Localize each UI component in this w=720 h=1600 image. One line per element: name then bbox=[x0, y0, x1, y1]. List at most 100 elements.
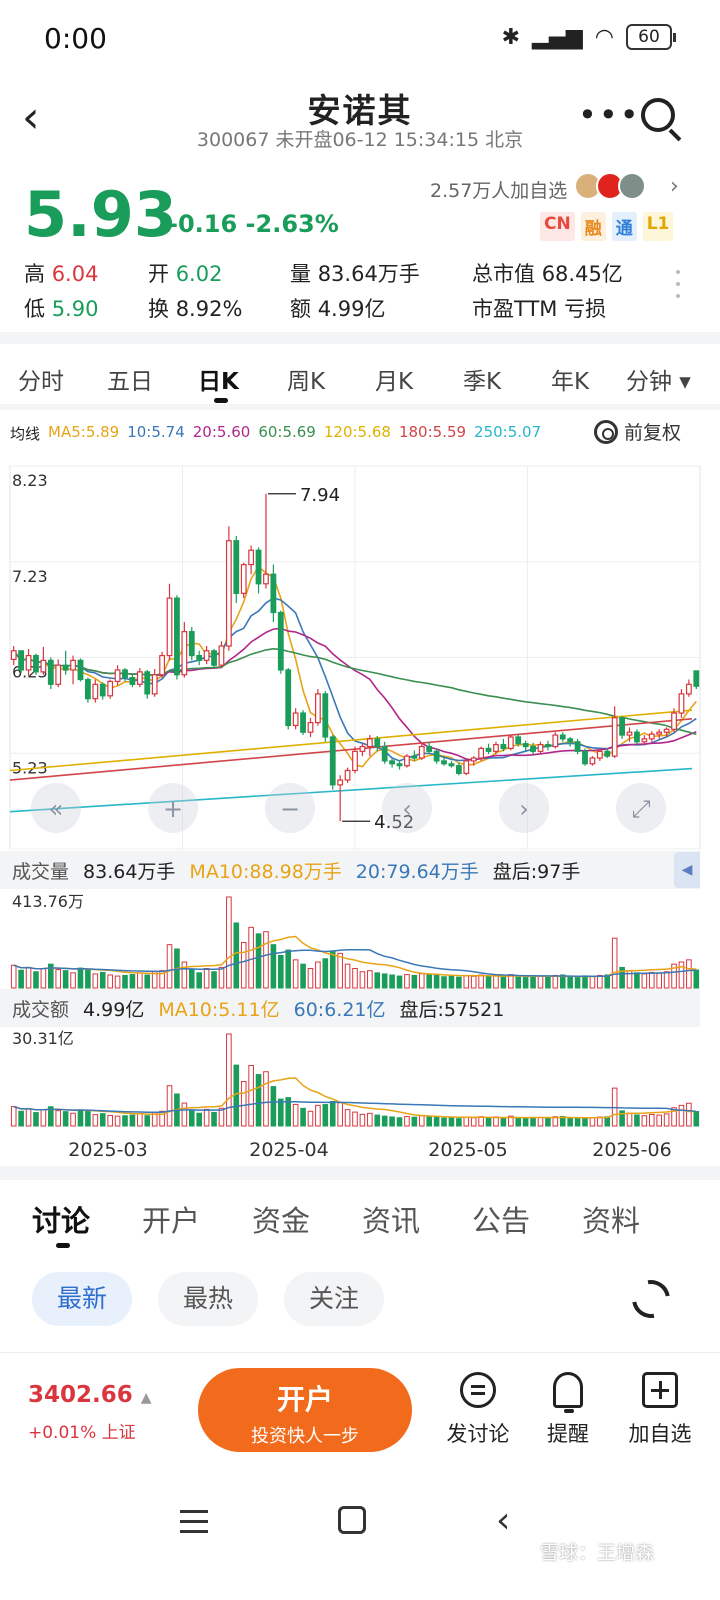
x-tick-label: 2025-04 bbox=[249, 1139, 328, 1161]
period-tab[interactable]: 五日 bbox=[107, 362, 153, 396]
content-tab[interactable]: 资金 bbox=[252, 1198, 310, 1240]
bluetooth-icon: ✱ bbox=[501, 24, 521, 50]
amount-bar bbox=[233, 1064, 240, 1127]
ma-legend-item: 250:5.07 bbox=[474, 423, 542, 441]
home-icon[interactable] bbox=[338, 1506, 366, 1534]
period-tab[interactable]: 分时 bbox=[18, 362, 64, 396]
volume-bar bbox=[367, 970, 373, 989]
signal-icon: ▂▄▆ bbox=[532, 24, 583, 50]
follower-count[interactable]: 2.57万人加自选 bbox=[430, 176, 567, 203]
candle bbox=[582, 748, 588, 766]
candle bbox=[545, 740, 551, 751]
chart-control-button[interactable]: › bbox=[499, 783, 549, 833]
chart-control-button[interactable]: − bbox=[265, 783, 315, 833]
kline-chart[interactable]: 8.237.236.235.234.237.944.52«+−‹›⤢413.76… bbox=[0, 450, 720, 1170]
chart-control-button[interactable]: ‹ bbox=[382, 783, 432, 833]
volume-bar bbox=[122, 974, 128, 989]
content-tab[interactable]: 资料 bbox=[582, 1198, 640, 1240]
collapse-side-icon[interactable]: ◀ bbox=[674, 852, 700, 888]
filter-pill[interactable]: 最新 bbox=[32, 1272, 132, 1326]
remind-button[interactable]: 提醒 bbox=[528, 1372, 608, 1448]
period-tab[interactable]: 季K bbox=[463, 362, 501, 396]
volume-bar bbox=[597, 974, 603, 989]
volume-bar bbox=[448, 975, 455, 989]
chart-control-button[interactable]: « bbox=[31, 783, 81, 833]
period-tab[interactable]: 年K bbox=[551, 362, 589, 396]
candle bbox=[218, 641, 225, 669]
filter-pill[interactable]: 关注 bbox=[284, 1272, 384, 1326]
amount-bar bbox=[129, 1114, 136, 1127]
chart-control-button[interactable]: ⤢ bbox=[616, 783, 666, 833]
content-tab[interactable]: 开户 bbox=[142, 1198, 200, 1240]
volume-bar bbox=[203, 968, 210, 989]
amount-bar bbox=[515, 1117, 522, 1127]
content-tab[interactable]: 讨论 bbox=[32, 1198, 90, 1240]
period-tab[interactable]: 月K bbox=[375, 362, 413, 396]
candle bbox=[352, 746, 358, 774]
add-watchlist-button[interactable]: 加自选 bbox=[620, 1372, 700, 1448]
candle bbox=[99, 682, 106, 700]
amount-bar bbox=[545, 1117, 551, 1127]
amount-bar bbox=[107, 1114, 113, 1127]
volume-bar bbox=[641, 973, 648, 989]
volume-bar bbox=[567, 976, 573, 989]
filter-pill[interactable]: 最热 bbox=[158, 1272, 258, 1326]
amount-bar bbox=[77, 1109, 84, 1127]
amount-bar bbox=[211, 1111, 217, 1127]
candle bbox=[619, 715, 625, 739]
amount-bar bbox=[493, 1116, 499, 1127]
volume-bar bbox=[426, 974, 432, 989]
index-value[interactable]: 3402.66 ▲ bbox=[28, 1382, 152, 1408]
refresh-icon[interactable] bbox=[624, 1272, 678, 1326]
search-icon[interactable] bbox=[641, 98, 675, 132]
volume-bar bbox=[300, 963, 306, 989]
amount-bar bbox=[70, 1112, 76, 1127]
volume-bar bbox=[248, 926, 254, 989]
volume-bar bbox=[307, 968, 314, 989]
volume-bar bbox=[589, 975, 596, 989]
amount-bar bbox=[292, 1103, 299, 1127]
volume-bar bbox=[181, 961, 188, 989]
candle bbox=[448, 760, 455, 768]
chevron-right-icon[interactable]: › bbox=[670, 174, 679, 199]
amount-bar bbox=[337, 1102, 343, 1127]
amount-bar bbox=[322, 1104, 329, 1127]
price-change: -0.16 -2.63% bbox=[168, 210, 339, 238]
adjust-button[interactable]: 前复权 bbox=[594, 418, 681, 445]
volume-bar bbox=[456, 976, 462, 989]
candle bbox=[188, 626, 195, 661]
amount-bar bbox=[411, 1116, 418, 1127]
amount-bar bbox=[500, 1116, 507, 1127]
period-tab[interactable]: 日K bbox=[198, 362, 239, 396]
volume-bar bbox=[144, 974, 151, 989]
amount-bar bbox=[33, 1112, 39, 1127]
candle bbox=[211, 648, 217, 669]
amount-bar bbox=[18, 1110, 24, 1127]
amount-bar bbox=[648, 1114, 655, 1127]
candle bbox=[129, 674, 136, 688]
nav-back-icon[interactable]: ‹ bbox=[496, 1500, 510, 1541]
content-tab[interactable]: 公告 bbox=[472, 1198, 530, 1240]
more-icon[interactable]: ••• bbox=[578, 96, 641, 134]
post-discussion-button[interactable]: 发讨论 bbox=[438, 1372, 518, 1448]
stat-market-cap: 总市值 68.45亿 bbox=[472, 262, 623, 286]
expand-stats-icon[interactable] bbox=[676, 270, 682, 306]
candle bbox=[174, 595, 180, 680]
candle bbox=[411, 750, 418, 761]
index-change[interactable]: +0.01% 上证 bbox=[28, 1418, 136, 1443]
amount-bar bbox=[307, 1110, 314, 1127]
chart-control-button[interactable]: + bbox=[148, 783, 198, 833]
open-account-button[interactable]: 开户 投资快人一步 bbox=[198, 1368, 412, 1452]
content-tab[interactable]: 资讯 bbox=[362, 1198, 420, 1240]
battery-icon: 60 bbox=[626, 24, 676, 50]
amount-bar bbox=[441, 1117, 447, 1127]
amount-bar bbox=[404, 1116, 410, 1127]
volume-bar bbox=[137, 972, 143, 989]
candle bbox=[589, 756, 596, 766]
candle bbox=[285, 668, 292, 730]
period-tab[interactable]: 分钟 ▾ bbox=[626, 362, 691, 396]
period-tab[interactable]: 周K bbox=[287, 362, 325, 396]
follower-avatars[interactable] bbox=[574, 172, 646, 200]
menu-icon[interactable] bbox=[180, 1510, 208, 1540]
tag-badge: 融 bbox=[580, 212, 606, 241]
